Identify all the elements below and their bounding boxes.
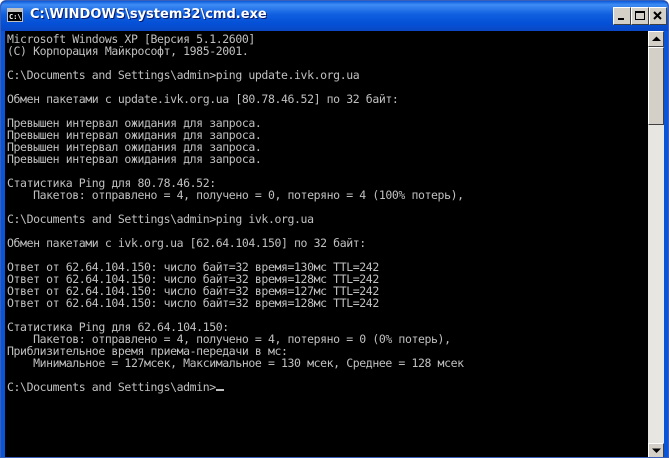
arrow-up-icon xyxy=(652,36,661,41)
close-button[interactable] xyxy=(649,7,667,25)
minimize-icon xyxy=(618,18,624,20)
console-line: Минимальное = 127мсек, Максимальное = 13… xyxy=(33,356,464,370)
cmd-app-icon[interactable]: C:\ xyxy=(7,8,23,22)
scrollbar-thumb[interactable] xyxy=(648,47,664,125)
console-lines: Microsoft Windows XP [Версия 5.1.2600] (… xyxy=(7,32,464,370)
console-line: Пакетов: отправлено = 4, получено = 0, п… xyxy=(33,188,464,202)
command-prompt: C:\Documents and Settings\admin> xyxy=(7,380,216,394)
console-line: Обмен пакетами с update.ivk.org.ua [80.7… xyxy=(7,92,399,106)
console-line: Превышен интервал ожидания для запроса. xyxy=(7,152,262,166)
console-line: C:\Documents and Settings\admin>ping ivk… xyxy=(7,212,314,226)
console-line: C:\Documents and Settings\admin>ping upd… xyxy=(7,68,360,82)
console-line: (С) Корпорация Майкрософт, 1985-2001. xyxy=(7,44,249,58)
scroll-down-button[interactable] xyxy=(648,443,664,457)
console-output[interactable]: Microsoft Windows XP [Версия 5.1.2600] (… xyxy=(5,31,648,457)
maximize-button[interactable] xyxy=(631,7,649,25)
console-line: Обмен пакетами с ivk.org.ua [62.64.104.1… xyxy=(7,236,366,250)
arrow-down-icon xyxy=(652,448,661,453)
text-cursor xyxy=(215,389,224,391)
title-bar[interactable]: C:\ C:\WINDOWS\system32\cmd.exe xyxy=(1,1,668,31)
maximize-icon xyxy=(635,11,645,20)
console-line: Ответ от 62.64.104.150: число байт=32 вр… xyxy=(7,296,379,310)
scroll-up-button[interactable] xyxy=(648,31,664,47)
cmd-window: C:\ C:\WINDOWS\system32\cmd.exe Microsof… xyxy=(0,0,669,458)
window-frame-right xyxy=(664,31,668,457)
cmd-app-icon-label: C:\ xyxy=(9,13,22,21)
vertical-scrollbar[interactable] xyxy=(648,31,664,457)
window-title: C:\WINDOWS\system32\cmd.exe xyxy=(30,7,267,22)
console-text: Microsoft Windows XP [Версия 5.1.2600] (… xyxy=(5,31,648,393)
minimize-button[interactable] xyxy=(613,7,631,25)
close-icon xyxy=(653,11,662,20)
